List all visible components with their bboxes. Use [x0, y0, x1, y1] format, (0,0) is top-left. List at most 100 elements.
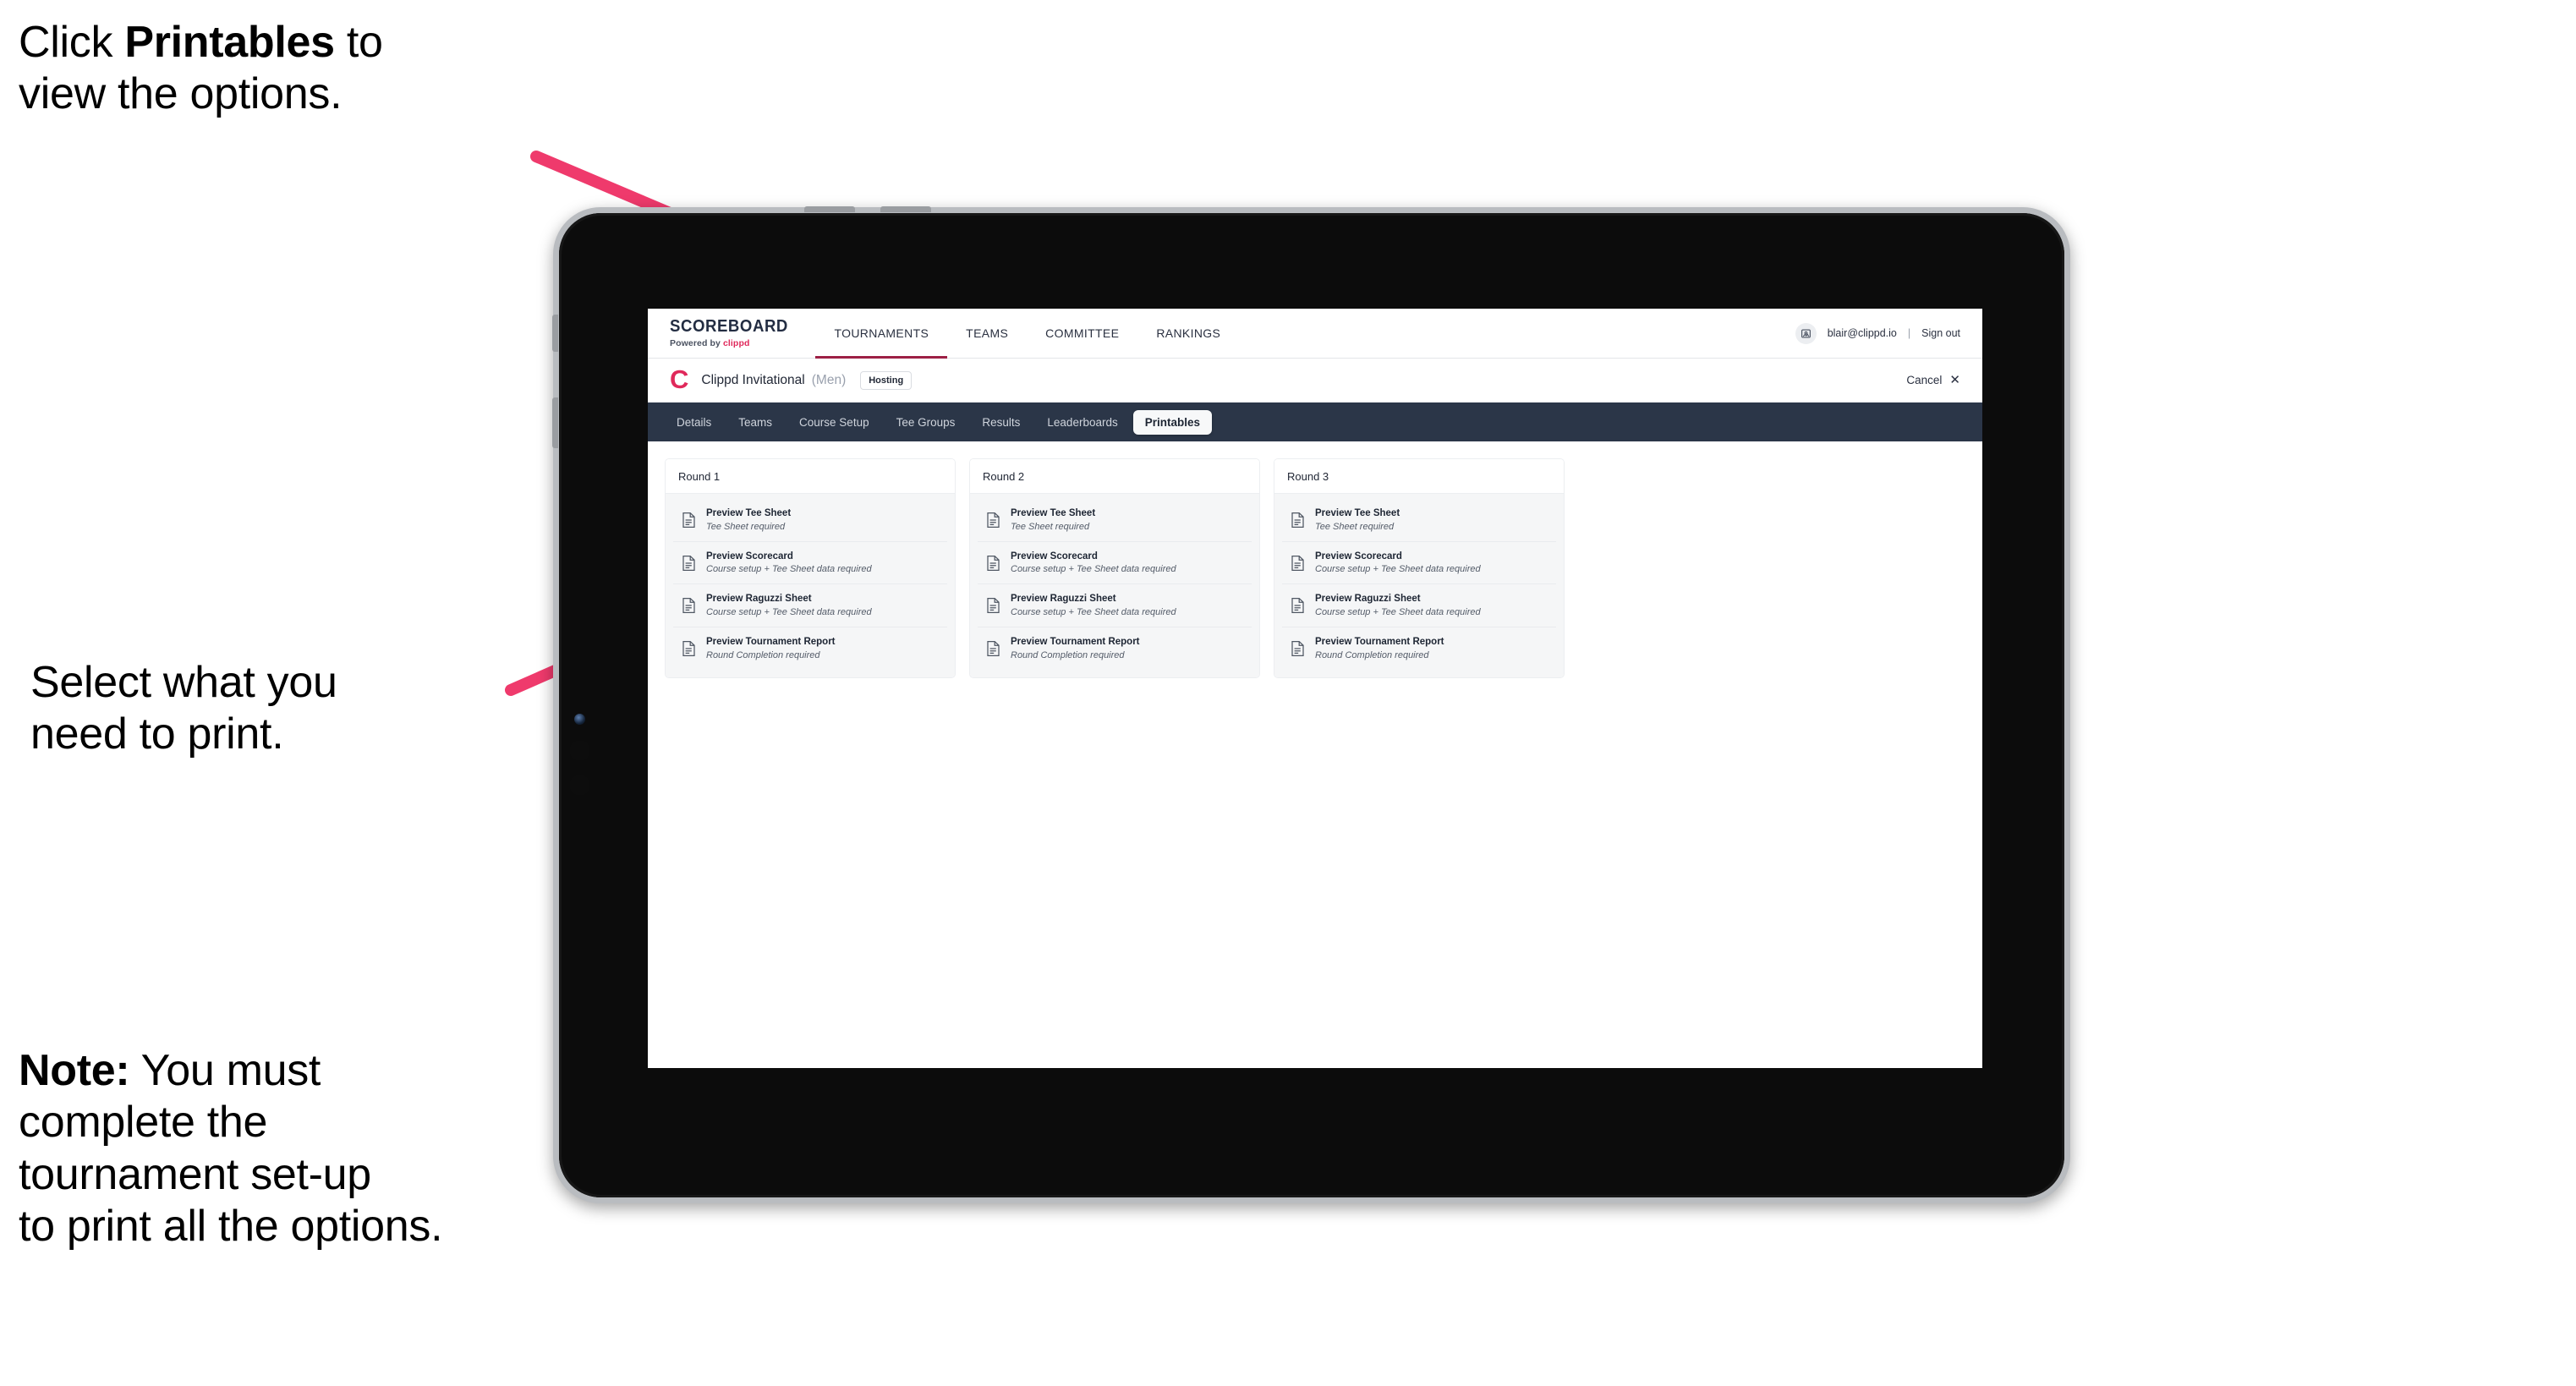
scoreboard-brand-logo[interactable]: SCOREBOARD Powered by clippd	[648, 309, 815, 358]
printable-title: Preview Tournament Report	[1011, 637, 1140, 648]
printable-row-tee-sheet-r2[interactable]: Preview Tee Sheet Tee Sheet required	[978, 499, 1252, 542]
printable-requirement: Tee Sheet required	[1315, 521, 1395, 532]
printable-title: Preview Scorecard	[706, 551, 793, 562]
tab-leaderboards[interactable]: Leaderboards	[1035, 410, 1129, 435]
printable-requirement: Course setup + Tee Sheet data required	[1315, 607, 1481, 618]
document-icon	[987, 555, 1000, 571]
document-icon	[1291, 598, 1304, 614]
document-icon	[987, 512, 1000, 528]
printable-row-scorecard-r3[interactable]: Preview Scorecard Course setup + Tee She…	[1282, 542, 1556, 585]
round-1-items: Preview Tee Sheet Tee Sheet required Pre…	[666, 494, 955, 677]
tablet-top-button-2[interactable]	[880, 206, 931, 212]
printable-title: Preview Tee Sheet	[1315, 508, 1400, 518]
annotation-step-1-bold: Printables	[124, 18, 335, 67]
tablet-screen: SCOREBOARD Powered by clippd TOURNAMENTS…	[648, 309, 1982, 1068]
round-2-items: Preview Tee Sheet Tee Sheet required Pre…	[970, 494, 1259, 677]
site-header: SCOREBOARD Powered by clippd TOURNAMENTS…	[648, 309, 1982, 359]
printable-row-raguzzi-sheet-r3[interactable]: Preview Raguzzi Sheet Course setup + Tee…	[1282, 584, 1556, 628]
printable-title: Preview Raguzzi Sheet	[1315, 594, 1421, 605]
screenshot-canvas: Click Printables to view the options. Se…	[0, 0, 2576, 1386]
printable-row-tournament-report-r2[interactable]: Preview Tournament Report Round Completi…	[978, 627, 1252, 670]
annotation-step-2: Select what you need to print.	[30, 658, 337, 759]
printable-row-scorecard-r1[interactable]: Preview Scorecard Course setup + Tee She…	[673, 542, 947, 585]
round-1-title: Round 1	[666, 459, 955, 494]
header-user-area: blair@clippd.io | Sign out	[1795, 309, 1982, 358]
printable-requirement: Course setup + Tee Sheet data required	[706, 607, 872, 618]
round-card-1: Round 1 Preview Tee Sheet Tee Sheet requ…	[665, 458, 956, 678]
printable-requirement: Course setup + Tee Sheet data required	[1011, 607, 1176, 618]
tab-teams[interactable]: Teams	[726, 410, 784, 435]
user-email-label: blair@clippd.io	[1827, 327, 1897, 339]
round-2-title: Round 2	[970, 459, 1259, 494]
tab-tee-groups[interactable]: Tee Groups	[885, 410, 967, 435]
tab-course-setup[interactable]: Course Setup	[787, 410, 881, 435]
clippd-logo-icon: C	[670, 364, 689, 394]
round-3-title: Round 3	[1274, 459, 1564, 494]
nav-item-rankings[interactable]: RANKINGS	[1137, 309, 1239, 358]
printable-requirement: Course setup + Tee Sheet data required	[1011, 564, 1176, 575]
printable-requirement: Tee Sheet required	[706, 521, 786, 532]
tablet-bezel-button-a[interactable]	[569, 740, 590, 761]
round-card-3: Round 3 Preview Tee Sheet Tee Sheet requ…	[1274, 458, 1565, 678]
printable-requirement: Course setup + Tee Sheet data required	[1315, 564, 1481, 575]
cancel-label: Cancel	[1906, 374, 1943, 386]
brand-title: SCOREBOARD	[670, 317, 788, 336]
printable-title: Preview Tournament Report	[1315, 637, 1444, 648]
tablet-bezel-button-b[interactable]	[569, 775, 590, 796]
document-icon	[1291, 641, 1304, 657]
document-icon	[682, 598, 695, 614]
document-icon	[682, 555, 695, 571]
nav-item-teams[interactable]: TEAMS	[947, 309, 1027, 358]
printable-requirement: Round Completion required	[1315, 649, 1429, 660]
nav-item-committee[interactable]: COMMITTEE	[1027, 309, 1137, 358]
user-avatar-icon[interactable]	[1795, 322, 1817, 344]
tournament-header-bar: C Clippd Invitational (Men) Hosting Canc…	[648, 359, 1982, 403]
round-card-2: Round 2 Preview Tee Sheet Tee Sheet requ…	[969, 458, 1260, 678]
tab-printables[interactable]: Printables	[1132, 409, 1213, 435]
annotation-step-1: Click Printables to view the options.	[19, 17, 383, 121]
document-icon	[682, 641, 695, 657]
printables-content: Round 1 Preview Tee Sheet Tee Sheet requ…	[648, 441, 1982, 678]
document-icon	[987, 598, 1000, 614]
printable-title: Preview Tee Sheet	[706, 508, 792, 518]
header-divider: |	[1907, 327, 1911, 339]
printable-requirement: Tee Sheet required	[1011, 521, 1090, 532]
printable-row-scorecard-r2[interactable]: Preview Scorecard Course setup + Tee She…	[978, 542, 1252, 585]
brand-subtitle-accent: clippd	[722, 338, 750, 348]
annotation-note: Note: You must complete the tournament s…	[19, 1045, 443, 1252]
brand-subtitle: Powered by clippd	[670, 338, 797, 348]
printable-row-raguzzi-sheet-r1[interactable]: Preview Raguzzi Sheet Course setup + Tee…	[673, 584, 947, 628]
printable-row-tee-sheet-r1[interactable]: Preview Tee Sheet Tee Sheet required	[673, 499, 947, 542]
tablet-volume-button-up[interactable]	[552, 315, 558, 352]
annotation-step-1-prefix: Click	[19, 18, 125, 67]
printable-row-tee-sheet-r3[interactable]: Preview Tee Sheet Tee Sheet required	[1282, 499, 1556, 542]
tablet-top-button-1[interactable]	[804, 206, 855, 212]
printable-title: Preview Tournament Report	[706, 637, 836, 648]
tablet-device-frame: SCOREBOARD Powered by clippd TOURNAMENTS…	[552, 206, 2070, 1203]
sign-out-link[interactable]: Sign out	[1921, 327, 1960, 339]
hosting-badge[interactable]: Hosting	[860, 370, 913, 390]
printable-title: Preview Tee Sheet	[1011, 508, 1096, 518]
tournament-name: Clippd Invitational	[701, 372, 805, 387]
main-navigation: TOURNAMENTS TEAMS COMMITTEE RANKINGS	[815, 309, 1239, 359]
round-3-items: Preview Tee Sheet Tee Sheet required Pre…	[1274, 494, 1564, 677]
printable-requirement: Course setup + Tee Sheet data required	[706, 564, 872, 575]
printable-row-tournament-report-r1[interactable]: Preview Tournament Report Round Completi…	[673, 627, 947, 670]
tablet-camera-lens	[574, 714, 585, 725]
printable-row-raguzzi-sheet-r2[interactable]: Preview Raguzzi Sheet Course setup + Tee…	[978, 584, 1252, 628]
printable-row-tournament-report-r3[interactable]: Preview Tournament Report Round Completi…	[1282, 627, 1556, 670]
document-icon	[1291, 512, 1304, 528]
tab-details[interactable]: Details	[665, 410, 723, 435]
tournament-tab-strip: Details Teams Course Setup Tee Groups Re…	[648, 403, 1982, 441]
nav-item-tournaments[interactable]: TOURNAMENTS	[815, 309, 947, 359]
brand-subtitle-prefix: Powered by	[670, 338, 723, 348]
cancel-button[interactable]: Cancel ✕	[1906, 374, 1960, 386]
printable-title: Preview Raguzzi Sheet	[706, 594, 812, 605]
tab-results[interactable]: Results	[970, 410, 1032, 435]
printable-title: Preview Raguzzi Sheet	[1011, 594, 1116, 605]
tablet-volume-button-down[interactable]	[552, 397, 558, 448]
printable-requirement: Round Completion required	[706, 649, 820, 660]
annotation-note-bold: Note:	[19, 1046, 130, 1095]
close-icon: ✕	[1949, 373, 1960, 387]
document-icon	[1291, 555, 1304, 571]
